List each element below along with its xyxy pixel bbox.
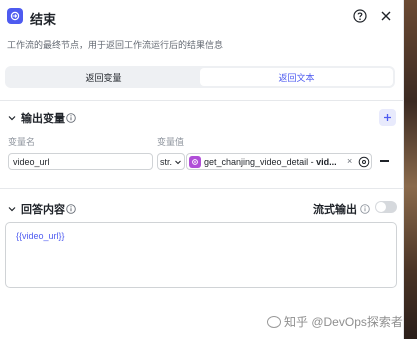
info-icon[interactable]: [66, 203, 76, 214]
end-node-icon: [7, 8, 23, 24]
reference-node-name: get_chanjing_video_detail -: [204, 157, 317, 167]
return-mode-tabs: 返回变量 返回文本: [5, 66, 395, 88]
divider: [0, 100, 404, 101]
answer-section-title: 回答内容: [21, 204, 65, 216]
chevron-down-icon[interactable]: [7, 112, 17, 122]
add-variable-button[interactable]: [379, 109, 396, 126]
variable-value-label: 变量值: [157, 137, 185, 147]
watermark-text: 知乎 @DevOps探索者: [284, 315, 403, 329]
info-icon[interactable]: [360, 203, 370, 214]
output-section-title: 输出变量: [21, 113, 65, 125]
panel-header: 结束: [0, 0, 404, 32]
help-icon[interactable]: [353, 9, 367, 23]
chevron-down-icon: [174, 158, 182, 166]
reference-field-name: vid...: [316, 157, 337, 167]
zhihu-logo-icon: [267, 316, 281, 328]
remove-variable-button[interactable]: [380, 160, 389, 162]
stream-output-label: 流式输出: [313, 204, 357, 216]
tab-return-text[interactable]: 返回文本: [200, 68, 393, 86]
panel-description: 工作流的最终节点，用于返回工作流运行后的结果信息: [7, 40, 224, 50]
clear-reference-button[interactable]: ×: [347, 156, 352, 166]
toggle-knob: [376, 202, 386, 212]
chevron-down-icon[interactable]: [7, 203, 17, 213]
plugin-icon: [189, 156, 201, 168]
reference-label: get_chanjing_video_detail - vid...: [204, 157, 337, 167]
settings-icon[interactable]: [358, 156, 370, 168]
info-icon[interactable]: [66, 112, 76, 123]
panel-title: 结束: [30, 12, 57, 27]
stream-output-toggle[interactable]: [375, 201, 397, 213]
background-image-edge: [404, 0, 417, 339]
divider: [0, 188, 404, 189]
variable-type-value: str.: [160, 156, 173, 167]
end-node-panel: 结束 工作流的最终节点，用于返回工作流运行后的结果信息 返回变量 返回文本 输出…: [0, 0, 404, 339]
variable-name-label: 变量名: [8, 137, 36, 147]
answer-content-text: {{video_url}}: [16, 231, 65, 241]
answer-content-editor[interactable]: {{video_url}}: [5, 222, 397, 288]
variable-name-input[interactable]: video_url: [8, 153, 153, 170]
watermark: 知乎 @DevOps探索者: [267, 313, 403, 330]
tab-return-variables[interactable]: 返回变量: [7, 68, 200, 86]
close-icon[interactable]: [379, 9, 393, 23]
variable-reference-field[interactable]: get_chanjing_video_detail - vid... ×: [186, 153, 372, 170]
variable-type-select[interactable]: str.: [157, 153, 185, 170]
